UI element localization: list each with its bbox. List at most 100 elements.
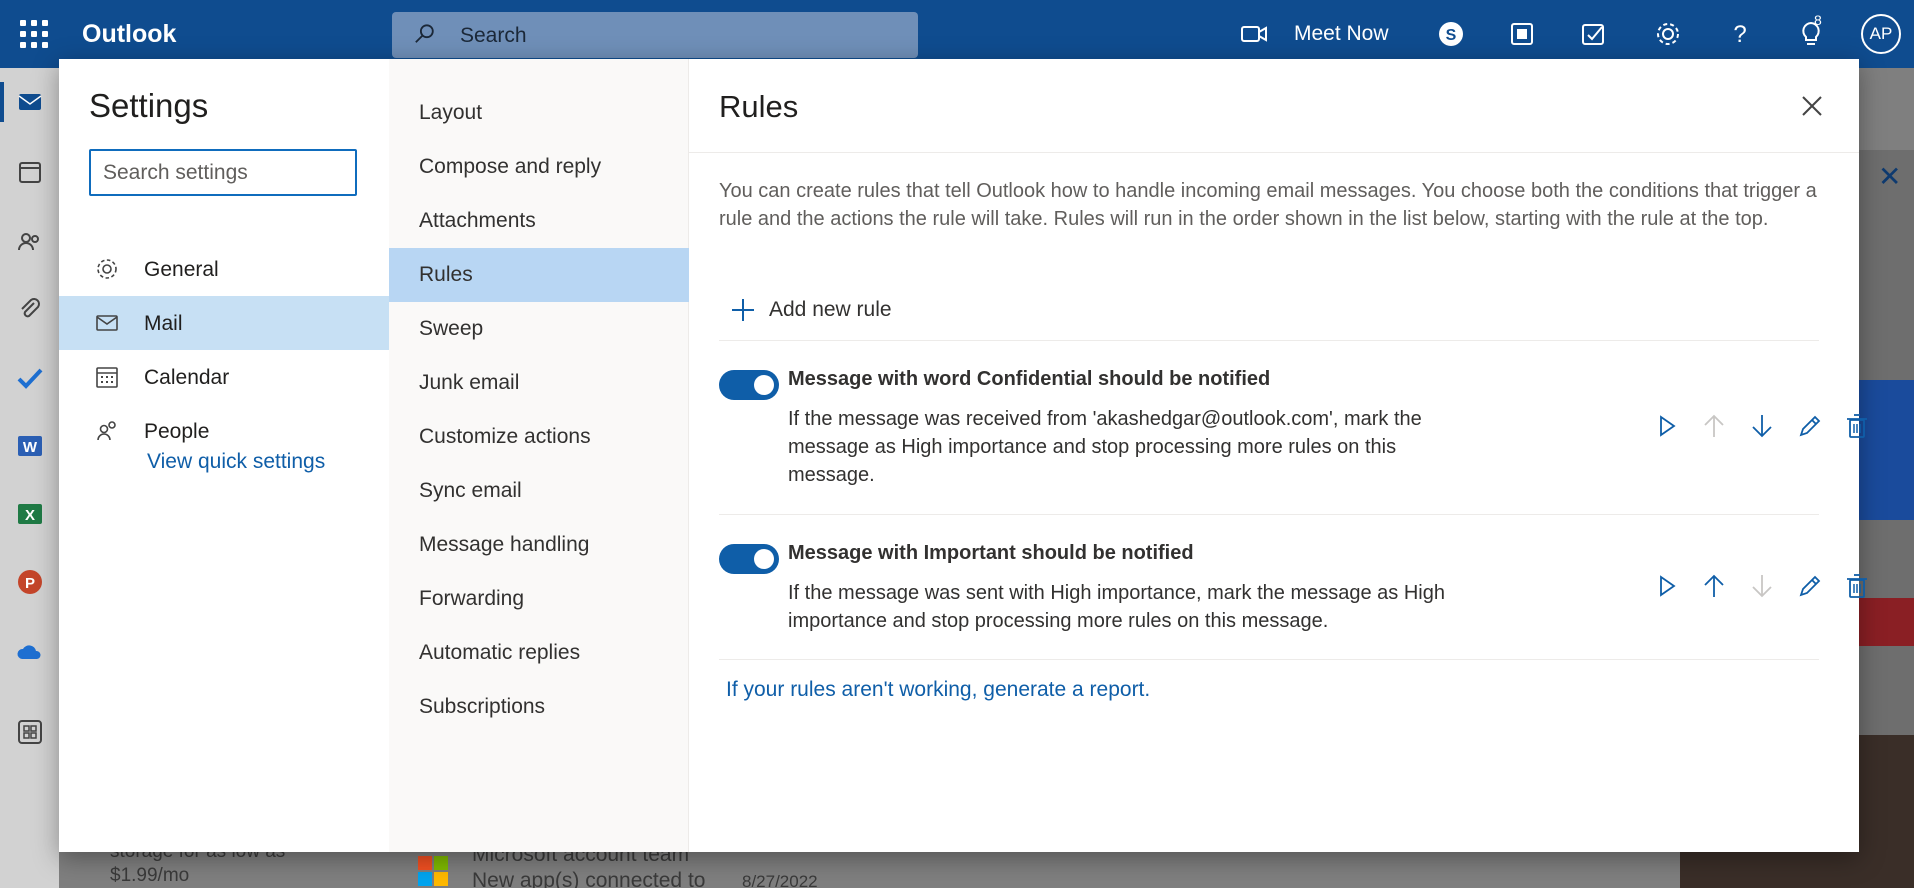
svg-text:W: W xyxy=(23,439,38,456)
view-quick-settings-link[interactable]: View quick settings xyxy=(147,450,325,474)
calendar-icon xyxy=(96,367,118,388)
notification-badge: 8 xyxy=(1814,12,1822,28)
todo-icon[interactable] xyxy=(16,364,44,392)
avatar[interactable]: AP xyxy=(1861,14,1901,54)
message-snippet: New app(s) connected to xyxy=(472,869,706,888)
top-bar: Outlook Search Meet Now S ? 8 AP xyxy=(0,0,1914,68)
skype-icon[interactable]: S xyxy=(1437,20,1465,48)
paperclip-icon[interactable] xyxy=(16,296,44,324)
nav-label: Compose and reply xyxy=(419,155,602,178)
rule-name: Message with Important should be notifie… xyxy=(788,542,1194,564)
category-label: General xyxy=(144,258,219,281)
gear-icon[interactable] xyxy=(1654,20,1682,48)
nav-sweep[interactable]: Sweep xyxy=(389,302,689,356)
add-new-rule-button[interactable]: Add new rule xyxy=(729,296,892,324)
nav-label: Subscriptions xyxy=(419,695,546,718)
rule-toggle[interactable] xyxy=(719,544,779,574)
mail-icon xyxy=(96,315,118,331)
nav-attachments[interactable]: Attachments xyxy=(389,194,689,248)
rule-description: If the message was sent with High import… xyxy=(788,582,1445,632)
help-icon[interactable]: ? xyxy=(1726,20,1754,48)
divider xyxy=(719,340,1819,341)
mail-sections-nav: Layout Compose and reply Attachments Rul… xyxy=(389,59,689,852)
nav-layout[interactable]: Layout xyxy=(389,86,689,140)
run-rule-icon[interactable] xyxy=(1653,412,1681,440)
active-indicator xyxy=(0,82,4,122)
nav-automatic-replies[interactable]: Automatic replies xyxy=(389,626,689,680)
delete-trash-icon[interactable] xyxy=(1843,412,1871,440)
settings-dialog: Settings General Mail Calendar People Vi… xyxy=(59,59,1867,852)
rule-toggle[interactable] xyxy=(719,370,779,400)
category-calendar[interactable]: Calendar xyxy=(59,350,389,404)
onedrive-icon[interactable] xyxy=(16,638,44,666)
settings-search-input[interactable] xyxy=(89,149,357,196)
nav-label: Attachments xyxy=(419,209,536,232)
nav-customize-actions[interactable]: Customize actions xyxy=(389,410,689,464)
more-apps-icon[interactable] xyxy=(16,718,44,746)
plus-icon xyxy=(732,299,754,321)
move-down-icon xyxy=(1752,575,1772,598)
nav-junk-email[interactable]: Junk email xyxy=(389,356,689,410)
search-box[interactable]: Search xyxy=(392,12,918,58)
nav-subscriptions[interactable]: Subscriptions xyxy=(389,680,689,734)
nav-sync-email[interactable]: Sync email xyxy=(389,464,689,518)
nav-label: Automatic replies xyxy=(419,641,581,664)
nav-label: Junk email xyxy=(419,371,520,394)
search-placeholder: Search xyxy=(460,24,527,47)
powerpoint-icon[interactable]: P xyxy=(16,568,44,596)
nav-forwarding[interactable]: Forwarding xyxy=(389,572,689,626)
divider xyxy=(689,152,1859,153)
add-rule-label: Add new rule xyxy=(769,298,892,321)
settings-categories: Settings General Mail Calendar People Vi… xyxy=(59,59,389,852)
close-icon[interactable] xyxy=(1799,93,1825,119)
nav-label: Message handling xyxy=(419,533,590,556)
svg-text:?: ? xyxy=(1733,21,1746,48)
nav-message-handling[interactable]: Message handling xyxy=(389,518,689,572)
calendar-icon[interactable] xyxy=(16,158,44,186)
category-label: People xyxy=(144,420,210,443)
excel-icon[interactable]: X xyxy=(16,500,44,528)
ad-banner xyxy=(1858,380,1914,520)
svg-text:P: P xyxy=(25,575,35,592)
move-up-icon xyxy=(1704,414,1724,437)
delete-trash-icon[interactable] xyxy=(1843,572,1871,600)
background-close-icon: ✕ xyxy=(1878,161,1902,192)
word-icon[interactable]: W xyxy=(16,432,44,460)
nav-label: Rules xyxy=(419,263,473,286)
mail-icon[interactable] xyxy=(16,88,44,116)
people-icon xyxy=(97,421,116,441)
video-camera-icon[interactable] xyxy=(1240,22,1268,46)
search-icon xyxy=(415,24,434,43)
toggle-knob xyxy=(754,375,774,395)
svg-text:X: X xyxy=(25,507,35,524)
office-icon[interactable] xyxy=(1508,20,1536,48)
edit-pencil-icon[interactable] xyxy=(1796,412,1824,440)
run-rule-icon[interactable] xyxy=(1653,572,1681,600)
nav-label: Sweep xyxy=(419,317,484,340)
move-down-icon[interactable] xyxy=(1748,412,1776,440)
my-day-icon[interactable] xyxy=(1580,20,1608,48)
settings-title: Settings xyxy=(89,87,209,124)
gear-icon xyxy=(97,259,117,279)
category-label: Mail xyxy=(144,312,183,335)
app-rail: W X P xyxy=(0,68,59,888)
people-icon[interactable] xyxy=(16,228,44,256)
nav-label: Forwarding xyxy=(419,587,525,610)
category-label: Calendar xyxy=(144,366,230,389)
category-mail[interactable]: Mail xyxy=(59,296,389,350)
divider xyxy=(719,514,1819,515)
app-launcher-icon[interactable] xyxy=(20,20,48,48)
nav-label: Layout xyxy=(419,101,483,124)
nav-compose-and-reply[interactable]: Compose and reply xyxy=(389,140,689,194)
message-date: 8/27/2022 xyxy=(742,872,818,888)
meet-now-button[interactable]: Meet Now xyxy=(1294,22,1389,46)
rules-panel: Rules You can create rules that tell Out… xyxy=(689,59,1867,852)
nav-rules[interactable]: Rules xyxy=(389,248,689,302)
app-name[interactable]: Outlook xyxy=(82,20,176,49)
category-general[interactable]: General xyxy=(59,242,389,296)
generate-report-link[interactable]: If your rules aren't working, generate a… xyxy=(726,678,1150,702)
divider xyxy=(719,659,1819,660)
edit-pencil-icon[interactable] xyxy=(1796,572,1824,600)
nav-label: Sync email xyxy=(419,479,522,502)
move-up-icon[interactable] xyxy=(1700,572,1728,600)
